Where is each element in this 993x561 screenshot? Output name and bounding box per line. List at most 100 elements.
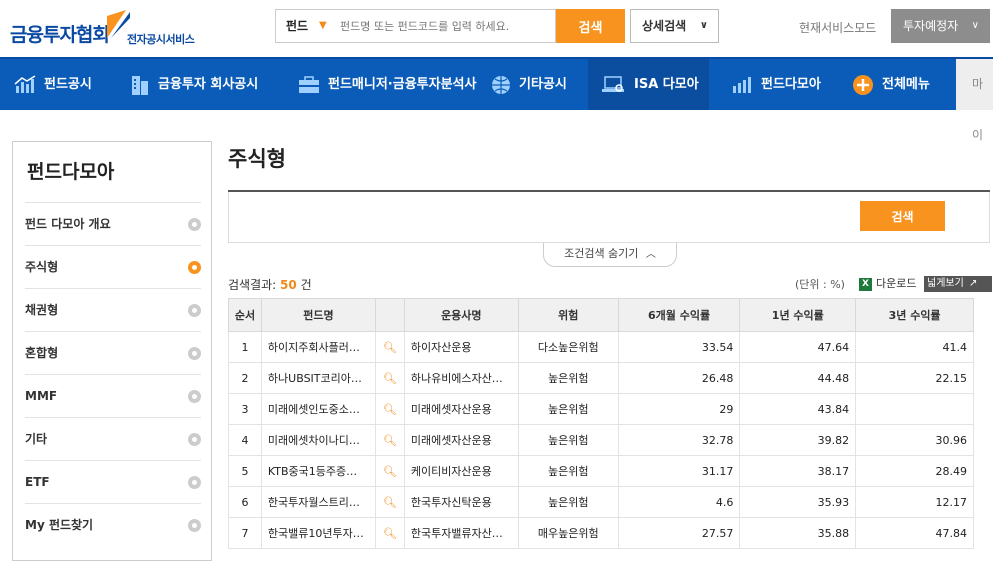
radio-dot-icon <box>188 476 201 489</box>
sidebar-item-mmf[interactable]: MMF <box>25 374 201 417</box>
cell-1y-return: 44.48 <box>739 362 857 394</box>
nav-item-isa-damoa[interactable]: ISA 다모아 <box>588 59 709 110</box>
nav-item-other-disclosure[interactable]: 기타공시 <box>491 59 567 110</box>
table-row: 4 미래에셋차이나디… 🔍︎ 미래에셋자산운용 높은위험 32.78 39.82… <box>228 424 974 456</box>
cell-no: 7 <box>228 517 262 549</box>
nav-item-company-disclosure[interactable]: 금융투자 회사공시 <box>130 59 258 110</box>
sidebar-item-bond[interactable]: 채권형 <box>25 288 201 331</box>
download-button[interactable]: X 다운로드 <box>859 275 916 291</box>
sidebar-item-mixed[interactable]: 혼합형 <box>25 331 201 374</box>
magnifier-icon[interactable]: 🔍︎ <box>374 455 405 487</box>
col-header-fund[interactable]: 펀드명 <box>260 298 376 332</box>
excel-icon: X <box>859 277 872 291</box>
globe-icon <box>492 75 510 94</box>
search-button[interactable]: 검색 <box>556 9 625 43</box>
cell-6m-return: 32.78 <box>617 424 741 456</box>
cell-company: 하이자산운용 <box>403 331 519 363</box>
search-type-select[interactable]: 펀드 ▼ <box>276 10 336 42</box>
cell-risk: 높은위험 <box>517 455 619 487</box>
magnifier-icon[interactable]: 🔍︎ <box>374 517 405 549</box>
cell-fund-link[interactable]: 하이지주회사플러… <box>260 331 376 363</box>
nav-item-label: 전체메뉴 <box>882 77 930 92</box>
cell-risk: 매우높은위험 <box>517 517 619 549</box>
col-header-detail <box>374 298 405 332</box>
col-header-1y-return[interactable]: 1년 수익률 <box>739 298 857 332</box>
chevron-down-icon: ▼ <box>319 20 327 31</box>
result-number: 50 <box>280 278 297 292</box>
nav-item-label: 펀드다모아 <box>761 77 821 92</box>
magnifier-icon[interactable]: 🔍︎ <box>374 393 405 425</box>
sidebar-item-equity[interactable]: 주식형 <box>25 245 201 288</box>
radio-dot-icon <box>188 304 201 317</box>
col-header-6m-return[interactable]: 6개월 수익률 <box>617 298 741 332</box>
radio-dot-icon <box>188 519 201 532</box>
col-header-company[interactable]: 운용사명 <box>403 298 519 332</box>
nav-item-my[interactable]: 마이 <box>956 59 993 142</box>
service-mode-select[interactable]: 투자예정자 ∨ <box>891 9 990 43</box>
cell-3y-return: 28.49 <box>855 455 974 487</box>
cell-6m-return: 29 <box>617 393 741 425</box>
header: 금융투자협회 전자공시서비스 펀드 ▼ 검색 상세검색 ∨ 현재서비스모드 투자… <box>0 0 993 57</box>
hide-conditions-toggle[interactable]: 조건검색 숨기기 ︿ <box>543 243 677 267</box>
cell-1y-return: 39.82 <box>739 424 857 456</box>
sidebar-list: 펀드 다모아 개요 주식형 채권형 혼합형 MMF 기타 ETF My 펀드찾기 <box>25 202 201 546</box>
table-row: 1 하이지주회사플러… 🔍︎ 하이자산운용 다소높은위험 33.54 47.64… <box>228 331 974 363</box>
advanced-search-button[interactable]: 상세검색 ∨ <box>630 9 719 43</box>
search-type-value: 펀드 <box>286 19 309 33</box>
cell-1y-return: 43.84 <box>739 393 857 425</box>
nav-item-label: ISA 다모아 <box>634 77 699 92</box>
table-header: 순서 펀드명 운용사명 위험 6개월 수익률 1년 수익률 3년 수익률 <box>228 298 974 332</box>
cell-3y-return: 22.15 <box>855 362 974 394</box>
cell-risk: 높은위험 <box>517 393 619 425</box>
cell-1y-return: 35.88 <box>739 517 857 549</box>
bar-chart-icon <box>14 74 36 93</box>
magnifier-icon[interactable]: 🔍︎ <box>374 362 405 394</box>
cell-risk: 다소높은위험 <box>517 331 619 363</box>
cell-fund-link[interactable]: 한국투자월스트리… <box>260 486 376 518</box>
cell-3y-return: 41.4 <box>855 331 974 363</box>
sidebar-item-other[interactable]: 기타 <box>25 417 201 460</box>
radio-dot-icon <box>188 261 201 274</box>
cell-fund-link[interactable]: 하나UBSIT코리아… <box>260 362 376 394</box>
wide-view-button[interactable]: 넓게보기 ↗ <box>924 276 992 292</box>
main-nav: 펀드공시 금융투자 회사공시 펀드매니저·금융투자분석사 기타공시 ISA 다모… <box>0 57 993 142</box>
nav-item-fund-damoa[interactable]: 펀드다모아 <box>731 59 821 110</box>
sidebar-item-label: 채권형 <box>25 303 59 317</box>
page-title: 주식형 <box>228 147 286 171</box>
sidebar-item-my-fund[interactable]: My 펀드찾기 <box>25 503 201 546</box>
magnifier-icon[interactable]: 🔍︎ <box>374 424 405 456</box>
nav-item-all-menu[interactable]: 전체메뉴 <box>852 59 930 110</box>
col-header-no[interactable]: 순서 <box>228 298 262 332</box>
magnifier-icon[interactable]: 🔍︎ <box>374 486 405 518</box>
search-input[interactable] <box>336 10 554 42</box>
nav-item-fund-disclosure[interactable]: 펀드공시 <box>14 59 92 110</box>
cell-fund-link[interactable]: 미래에셋인도중소… <box>260 393 376 425</box>
fund-table: 순서 펀드명 운용사명 위험 6개월 수익률 1년 수익률 3년 수익률 1 하… <box>228 298 974 549</box>
logo[interactable]: 금융투자협회 전자공시서비스 <box>10 8 200 50</box>
sidebar-item-etf[interactable]: ETF <box>25 460 201 503</box>
magnifier-icon[interactable]: 🔍︎ <box>374 331 405 363</box>
condition-search-button[interactable]: 검색 <box>860 201 945 231</box>
nav-item-label: 금융투자 회사공시 <box>158 77 259 92</box>
radio-dot-icon <box>188 218 201 231</box>
building-icon <box>132 75 148 95</box>
cell-company: 하나유비에스자산… <box>403 362 519 394</box>
result-unit: 건 <box>300 278 312 292</box>
radio-dot-icon <box>188 390 201 403</box>
sidebar-item-overview[interactable]: 펀드 다모아 개요 <box>25 202 201 245</box>
cell-fund-link[interactable]: 미래에셋차이나디… <box>260 424 376 456</box>
table-row: 2 하나UBSIT코리아… 🔍︎ 하나유비에스자산… 높은위험 26.48 44… <box>228 362 974 394</box>
column-chart-icon <box>733 76 751 93</box>
cell-fund-link[interactable]: 한국밸류10년투자… <box>260 517 376 549</box>
cell-no: 3 <box>228 393 262 425</box>
cell-company: 미래에셋자산운용 <box>403 393 519 425</box>
nav-item-fund-manager[interactable]: 펀드매니저·금융투자분석사 <box>298 59 476 110</box>
cell-fund-link[interactable]: KTB중국1등주증… <box>260 455 376 487</box>
col-header-3y-return[interactable]: 3년 수익률 <box>855 298 974 332</box>
service-mode-value: 투자예정자 <box>903 19 959 33</box>
nav-item-label: 기타공시 <box>519 77 567 92</box>
col-header-risk[interactable]: 위험 <box>517 298 619 332</box>
sidebar-item-label: ETF <box>25 475 50 489</box>
sidebar-item-label: 펀드 다모아 개요 <box>25 217 111 231</box>
nav-item-label: 펀드매니저·금융투자분석사 <box>328 77 477 92</box>
